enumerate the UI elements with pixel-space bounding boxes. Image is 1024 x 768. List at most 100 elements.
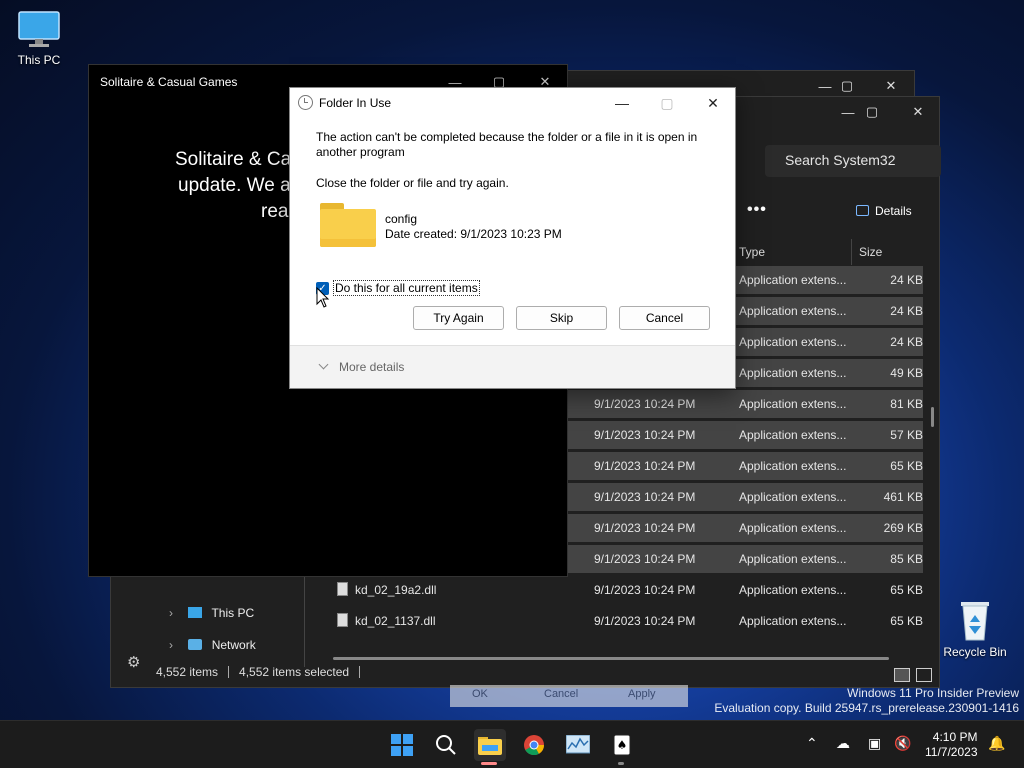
date-cell: 9/1/2023 10:24 PM: [594, 459, 696, 473]
network-icon: [188, 639, 203, 650]
nav-item-network[interactable]: › Network: [169, 638, 256, 652]
close-icon[interactable]: ✕: [895, 97, 941, 127]
apply-all-label[interactable]: Do this for all current items: [333, 280, 480, 296]
column-header-type[interactable]: Type: [739, 239, 765, 265]
type-cell: Application extens...: [739, 552, 847, 566]
size-cell: 65 KB: [890, 459, 923, 473]
size-cell: 81 KB: [890, 397, 923, 411]
type-cell: Application extens...: [739, 366, 847, 380]
type-cell: Application extens...: [739, 614, 847, 628]
background-dialog-buttons: OK Cancel Apply: [450, 685, 688, 707]
type-cell: Application extens...: [739, 583, 847, 597]
desktop-icon-label: Recycle Bin: [943, 645, 1007, 659]
column-divider[interactable]: [851, 239, 852, 265]
vertical-scrollbar[interactable]: [931, 407, 934, 427]
chevron-down-icon: [318, 359, 329, 370]
active-app-indicator: [481, 762, 497, 765]
clock-icon: [298, 95, 313, 110]
pane-divider[interactable]: [304, 577, 305, 667]
table-row[interactable]: kd_02_19a2.dll 9/1/2023 10:24 PM Applicati…: [331, 576, 923, 604]
size-cell: 49 KB: [890, 366, 923, 380]
taskbar-clock[interactable]: 4:10 PM 11/7/2023: [925, 730, 978, 760]
type-cell: Application extens...: [739, 490, 847, 504]
desktop-icon-recycle-bin[interactable]: Recycle Bin: [940, 596, 1010, 659]
details-pane-button[interactable]: Details: [856, 204, 912, 218]
desktop-icon-label: This PC: [17, 53, 61, 67]
mouse-cursor-icon: [316, 287, 330, 308]
file-explorer-icon[interactable]: [474, 729, 506, 761]
date-cell: 9/1/2023 10:24 PM: [594, 552, 696, 566]
skip-button[interactable]: Skip: [516, 306, 607, 330]
size-cell: 65 KB: [890, 583, 923, 597]
chrome-icon[interactable]: [518, 729, 550, 761]
desktop-icon-this-pc[interactable]: This PC: [4, 10, 74, 67]
search-input[interactable]: Search System32: [765, 145, 941, 177]
close-icon[interactable]: ✕: [691, 90, 735, 116]
monitor-icon: [188, 607, 203, 618]
watermark-line1: Windows 11 Pro Insider Preview: [847, 686, 1019, 700]
tiles-view-icon[interactable]: [916, 668, 932, 682]
dll-file-icon: [337, 582, 348, 596]
dll-file-icon: [337, 613, 348, 627]
search-icon[interactable]: [430, 729, 462, 761]
notification-bell-icon[interactable]: 🔔: [988, 735, 1005, 752]
type-cell: Application extens...: [739, 397, 847, 411]
clock-time: 4:10 PM: [932, 730, 978, 744]
date-cell: 9/1/2023 10:24 PM: [594, 428, 696, 442]
type-cell: Application extens...: [739, 335, 847, 349]
date-cell: 9/1/2023 10:24 PM: [594, 490, 696, 504]
chevron-right-icon: ›: [169, 606, 173, 620]
try-again-button[interactable]: Try Again: [413, 306, 504, 330]
cancel-button[interactable]: Cancel: [619, 306, 710, 330]
file-name-cell: kd_02_1137.dll: [355, 614, 436, 628]
cloud-offline-icon[interactable]: ☁: [836, 735, 850, 752]
size-cell: 65 KB: [890, 614, 923, 628]
type-cell: Application extens...: [739, 428, 847, 442]
recycle-bin-icon: [961, 602, 989, 641]
dialog-footer: More details: [290, 346, 735, 388]
maximize-icon: ▢: [660, 94, 674, 111]
file-name: config: [385, 212, 418, 226]
date-cell: 9/1/2023 10:24 PM: [594, 397, 696, 411]
solitaire-icon[interactable]: ♠: [606, 729, 638, 761]
type-cell: Application extens...: [739, 521, 847, 535]
file-date-created: Date created: 9/1/2023 10:23 PM: [385, 227, 562, 241]
watermark-line2: Evaluation copy. Build 25947.rs_prerelea…: [714, 701, 1019, 715]
date-cell: 9/1/2023 10:24 PM: [594, 614, 696, 628]
size-cell: 85 KB: [890, 552, 923, 566]
network-icon[interactable]: ▣: [868, 735, 881, 752]
clock-date: 11/7/2023: [925, 745, 978, 759]
start-icon[interactable]: [386, 729, 418, 761]
more-options-button[interactable]: •••: [747, 201, 767, 219]
item-count: 4,552 items: [156, 665, 219, 679]
dialog-instruction: Close the folder or file and try again.: [316, 176, 509, 190]
folder-in-use-dialog: Folder In Use — ▢ ✕ The action can't be …: [289, 87, 736, 389]
column-header-size[interactable]: Size: [859, 239, 882, 265]
size-cell: 24 KB: [890, 304, 923, 318]
resource-monitor-icon[interactable]: [562, 729, 594, 761]
date-cell: 9/1/2023 10:24 PM: [594, 583, 696, 597]
chevron-right-icon: ›: [169, 638, 173, 652]
details-view-icon[interactable]: [894, 668, 910, 682]
dialog-title: Folder In Use: [319, 96, 392, 110]
minimize-icon[interactable]: —: [600, 90, 644, 116]
taskbar: ♠ ⌃ ☁ ▣ 🔇 4:10 PM 11/7/2023 🔔: [0, 720, 1024, 768]
window-title: Solitaire & Casual Games: [100, 75, 238, 89]
table-row[interactable]: kd_02_1137.dll 9/1/2023 10:24 PM Applicati…: [331, 607, 923, 635]
file-name-cell: kd_02_19a2.dll: [355, 583, 437, 597]
running-app-indicator: [618, 762, 624, 765]
folder-icon: [320, 203, 376, 247]
volume-muted-icon[interactable]: 🔇: [894, 735, 911, 752]
details-icon: [856, 205, 869, 216]
more-details-toggle[interactable]: More details: [318, 359, 404, 374]
chevron-up-icon[interactable]: ⌃: [806, 735, 818, 752]
type-cell: Application extens...: [739, 304, 847, 318]
maximize-icon[interactable]: ▢: [849, 97, 895, 127]
horizontal-scrollbar[interactable]: [333, 657, 889, 660]
status-bar: 4,552 items 4,552 items selected: [156, 665, 370, 679]
selected-count: 4,552 items selected: [239, 665, 350, 679]
size-cell: 57 KB: [890, 428, 923, 442]
nav-item-this-pc[interactable]: › This PC: [169, 606, 254, 620]
gear-icon[interactable]: ⚙: [127, 653, 140, 671]
size-cell: 24 KB: [890, 335, 923, 349]
